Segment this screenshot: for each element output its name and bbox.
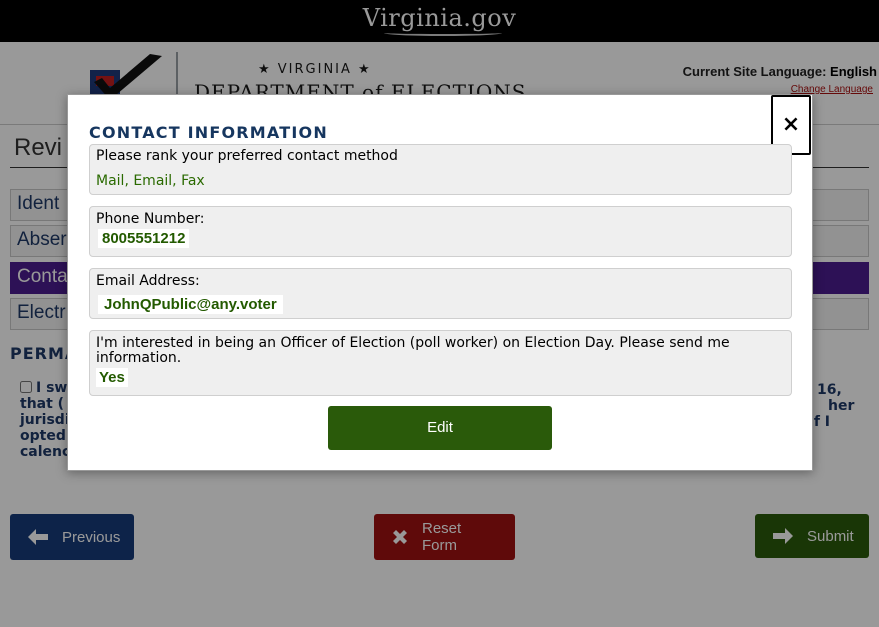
field-answer: JohnQPublic@any.voter xyxy=(98,295,283,314)
field-question: Please rank your preferred contact metho… xyxy=(96,148,398,164)
field-card-poll-worker: I'm interested in being an Officer of El… xyxy=(89,330,792,396)
field-answer: Yes xyxy=(96,368,128,387)
field-question: Email Address: xyxy=(96,273,200,289)
field-question: I'm interested in being an Officer of El… xyxy=(96,335,730,366)
field-card-contact-method: Please rank your preferred contact metho… xyxy=(89,144,792,195)
edit-button[interactable]: Edit xyxy=(328,406,552,450)
modal-title: CONTACT INFORMATION xyxy=(89,123,328,142)
field-answer: 8005551212 xyxy=(98,229,190,248)
field-card-email: Email Address: JohnQPublic@any.voter xyxy=(89,268,792,319)
field-question: Phone Number: xyxy=(96,211,205,227)
field-card-phone: Phone Number: 8005551212 xyxy=(89,206,792,257)
contact-info-modal: × CONTACT INFORMATION Please rank your p… xyxy=(67,94,813,471)
field-answer: Mail, Email, Fax xyxy=(96,173,205,189)
